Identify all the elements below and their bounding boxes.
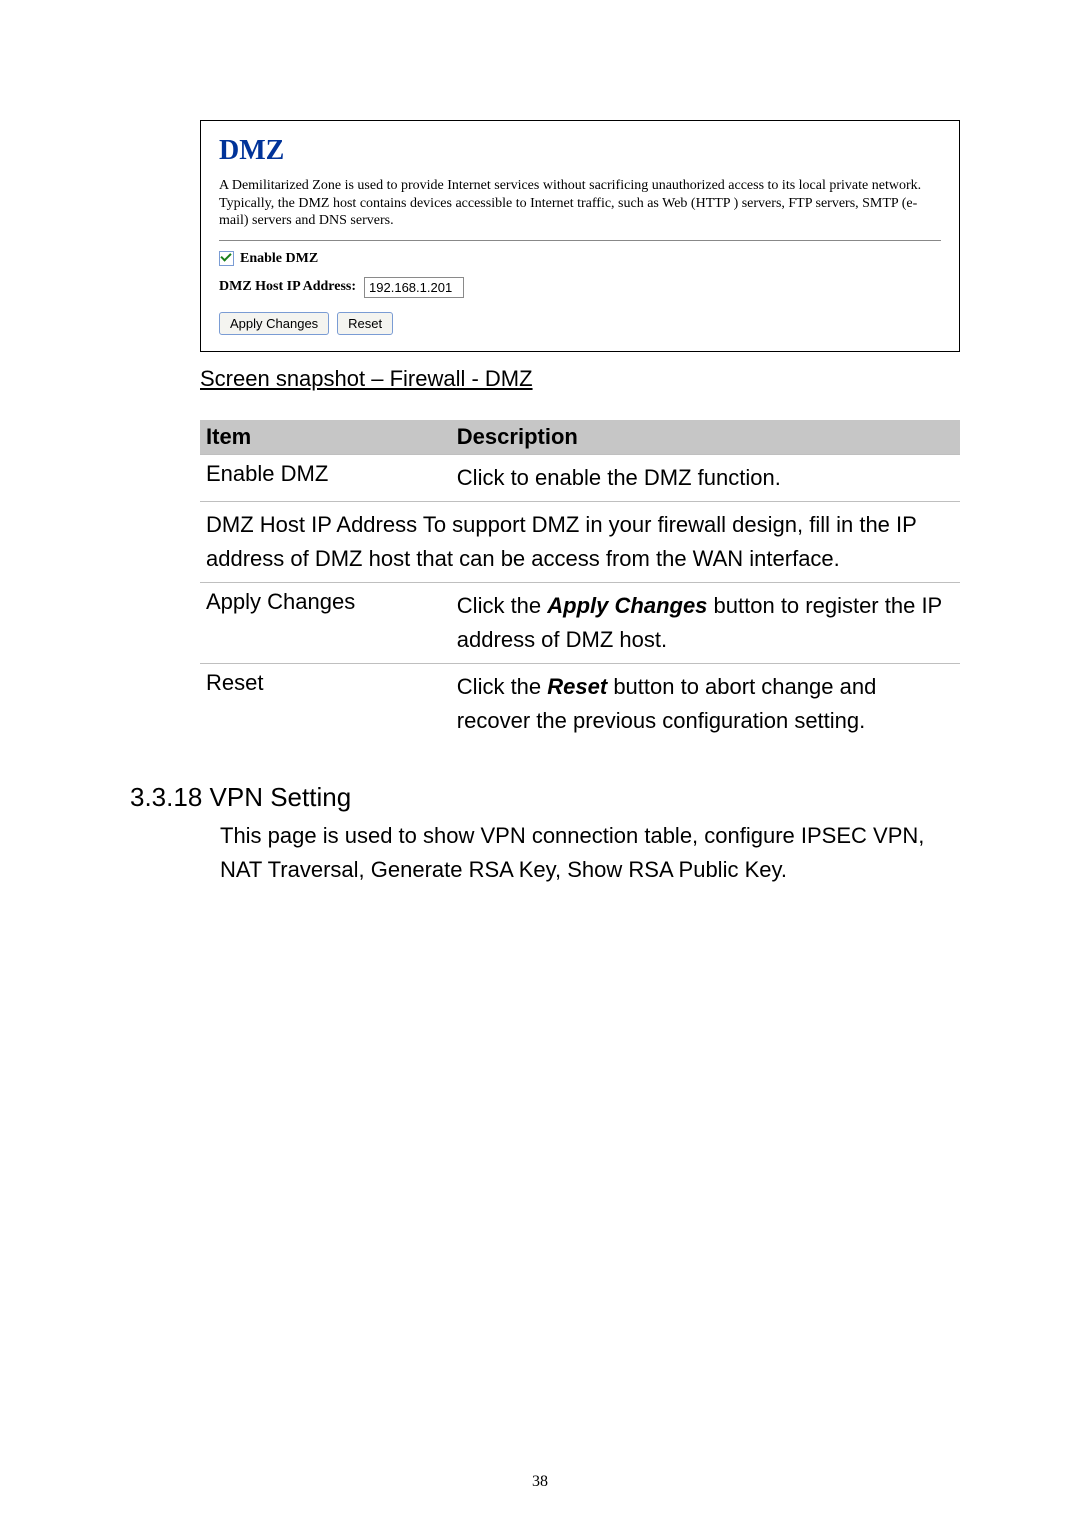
desc-bold: Reset xyxy=(547,674,607,699)
cell-desc: Click to enable the DMZ function. xyxy=(451,454,960,501)
description-table: Item Description Enable DMZ Click to ena… xyxy=(200,420,960,745)
cell-item-inline: DMZ Host IP Address xyxy=(206,512,417,537)
table-row: Reset Click the Reset button to abort ch… xyxy=(200,663,960,744)
section-title: VPN Setting xyxy=(210,782,352,812)
section-number: 3.3.18 xyxy=(130,782,202,812)
cell-item: Reset xyxy=(200,663,451,744)
panel-description: A Demilitarized Zone is used to provide … xyxy=(219,177,941,230)
divider xyxy=(219,240,941,241)
dmz-address-input[interactable] xyxy=(364,277,464,298)
dmz-address-label: DMZ Host IP Address: xyxy=(219,279,356,295)
dmz-panel: DMZ A Demilitarized Zone is used to prov… xyxy=(200,120,960,352)
table-row: Enable DMZ Click to enable the DMZ funct… xyxy=(200,454,960,501)
button-row: Apply Changes Reset xyxy=(219,312,941,335)
desc-bold: Apply Changes xyxy=(547,593,707,618)
desc-pre: Click the xyxy=(457,593,547,618)
table-row: Apply Changes Click the Apply Changes bu… xyxy=(200,582,960,663)
page-number: 38 xyxy=(0,1473,1080,1491)
cell-desc: Click the Apply Changes button to regist… xyxy=(451,582,960,663)
table-row: DMZ Host IP Address To support DMZ in yo… xyxy=(200,501,960,582)
header-item: Item xyxy=(200,420,451,455)
enable-dmz-checkbox[interactable] xyxy=(219,251,234,266)
enable-dmz-label: Enable DMZ xyxy=(240,251,318,267)
header-description: Description xyxy=(451,420,960,455)
desc-pre: Click the xyxy=(457,674,547,699)
cell-item: Enable DMZ xyxy=(200,454,451,501)
apply-changes-button[interactable]: Apply Changes xyxy=(219,312,329,335)
cell-desc: Click the Reset button to abort change a… xyxy=(451,663,960,744)
dmz-address-row: DMZ Host IP Address: xyxy=(219,277,941,298)
enable-dmz-row: Enable DMZ xyxy=(219,251,941,267)
cell-combined: DMZ Host IP Address To support DMZ in yo… xyxy=(200,501,960,582)
cell-item: Apply Changes xyxy=(200,582,451,663)
screenshot-caption: Screen snapshot – Firewall - DMZ xyxy=(200,366,980,392)
section-body: This page is used to show VPN connection… xyxy=(220,819,950,887)
table-header-row: Item Description xyxy=(200,420,960,455)
reset-button[interactable]: Reset xyxy=(337,312,393,335)
panel-title: DMZ xyxy=(219,135,941,167)
section-heading: 3.3.18 VPN Setting xyxy=(130,782,980,813)
